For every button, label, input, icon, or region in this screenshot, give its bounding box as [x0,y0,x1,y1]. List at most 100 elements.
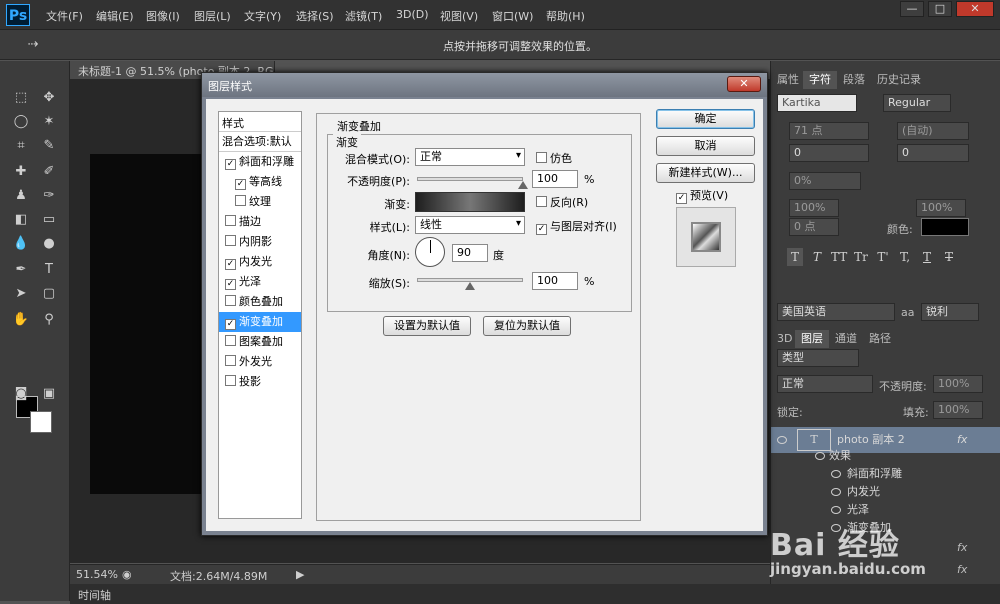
style-list-header[interactable]: 样式 [219,112,301,132]
small-caps-button[interactable]: Tr [853,248,869,266]
set-default-button[interactable]: 设置为默认值 [383,316,471,336]
tab-properties[interactable]: 属性 [771,71,805,89]
eyedropper-tool-icon[interactable]: ✎ [38,135,60,157]
tab-history[interactable]: 历史记录 [871,71,927,89]
align-checkbox-box[interactable]: ✓ [536,224,547,235]
style-item[interactable]: 纹理 [219,192,301,212]
menu-file[interactable]: 文件(F) [46,8,83,24]
menu-image[interactable]: 图像(I) [146,8,180,24]
history-brush-tool-icon[interactable]: ✑ [38,185,60,207]
style-item[interactable]: ✓ 渐变叠加 [219,312,301,332]
menu-select[interactable]: 选择(S) [296,8,334,24]
underline-button[interactable]: T [919,248,935,266]
style-item[interactable]: ✓ 斜面和浮雕 [219,152,301,172]
text-color-swatch[interactable] [921,218,969,236]
hand-tool-icon[interactable]: ✋ [10,309,32,331]
baseline-shift-field[interactable]: 0 点 [789,218,839,236]
dialog-close-button[interactable]: ✕ [727,76,761,92]
fill-field[interactable]: 100% [933,401,983,419]
style-checkbox[interactable]: ✓ [225,259,236,270]
healing-brush-tool-icon[interactable]: ✚ [10,161,32,183]
opacity-slider[interactable] [417,177,523,181]
menu-window[interactable]: 窗口(W) [492,8,533,24]
style-checkbox[interactable]: ✓ [235,179,246,190]
effect-row-bevel[interactable]: 斜面和浮雕 [771,465,1000,483]
new-style-button[interactable]: 新建样式(W)... [656,163,755,183]
background-color-swatch[interactable] [30,411,52,433]
shape-tool-icon[interactable]: ▢ [38,283,60,305]
preview-checkbox[interactable]: ✓ 预览(V) [676,187,728,204]
gradient-style-select[interactable]: 线性 [415,216,525,234]
style-item[interactable]: 外发光 [219,352,301,372]
move-tool-preset-icon[interactable]: ⇢ [22,34,44,56]
style-item[interactable]: 描边 [219,212,301,232]
style-checkbox[interactable]: ✓ [225,319,236,330]
maximize-button[interactable]: □ [928,1,952,17]
style-item[interactable]: ✓ 内发光 [219,252,301,272]
align-with-layer-checkbox[interactable]: ✓ 与图层对齐(I) [536,218,617,235]
vertical-scale-field[interactable]: 0% [789,172,861,190]
scale-slider-thumb[interactable] [465,282,475,290]
anti-alias-select[interactable]: 锐利 [921,303,979,321]
dither-checkbox-box[interactable] [536,152,547,163]
tab-layers[interactable]: 图层 [795,330,829,348]
gradient-tool-icon[interactable]: ▭ [38,209,60,231]
angle-field[interactable]: 90 [452,244,488,262]
menu-3d[interactable]: 3D(D) [396,8,429,21]
move-tool-icon[interactable]: ✥ [38,87,60,109]
tab-character[interactable]: 字符 [803,71,837,89]
menu-filter[interactable]: 滤镜(T) [345,8,382,24]
visibility-eye-icon[interactable] [815,452,825,460]
timeline-panel-tab[interactable]: 时间轴 [70,584,1000,604]
layer-filter-select[interactable]: 类型 [777,349,859,367]
blend-mode-select[interactable]: 正常 [415,148,525,166]
style-item[interactable]: 内阴影 [219,232,301,252]
layer-fx-icon[interactable]: fx [957,541,967,554]
effect-row-inner-glow[interactable]: 内发光 [771,483,1000,501]
visibility-eye-icon[interactable] [831,470,841,478]
vertical-scale-field-2[interactable]: 100% [916,199,966,217]
superscript-button[interactable]: T' [875,248,891,266]
opacity-slider-thumb[interactable] [518,181,528,189]
scale-field[interactable]: 100 [532,272,578,290]
minimize-button[interactable]: — [900,1,924,17]
layer-opacity-field[interactable]: 100% [933,375,983,393]
reset-default-button[interactable]: 复位为默认值 [483,316,571,336]
style-item[interactable]: ✓ 光泽 [219,272,301,292]
tab-channels[interactable]: 通道 [829,330,863,348]
visibility-eye-icon[interactable] [831,524,841,532]
path-selection-tool-icon[interactable]: ➤ [10,283,32,305]
style-checkbox[interactable] [225,235,236,246]
style-item[interactable]: 投影 [219,372,301,392]
kerning-field[interactable]: 0 [789,144,869,162]
close-window-button[interactable]: ✕ [956,1,994,17]
gradient-picker[interactable] [415,192,525,212]
status-menu-arrow-icon[interactable]: ▶ [296,568,304,581]
dialog-titlebar[interactable]: 图层样式 ✕ [202,73,767,97]
visibility-eye-icon[interactable] [831,488,841,496]
font-size-field[interactable]: 71 点 [789,122,869,140]
style-item[interactable]: ✓ 等高线 [219,172,301,192]
blur-tool-icon[interactable]: 💧 [10,233,32,255]
screen-mode-icon[interactable]: ▣ [38,383,60,405]
style-checkbox[interactable] [225,215,236,226]
angle-dial[interactable] [415,237,445,267]
subscript-button[interactable]: T, [897,248,913,266]
leading-field[interactable]: (自动) [897,122,969,140]
style-checkbox[interactable]: ✓ [225,159,236,170]
horizontal-scale-field[interactable]: 100% [789,199,839,217]
eraser-tool-icon[interactable]: ◧ [10,209,32,231]
brush-tool-icon[interactable]: ✐ [38,161,60,183]
menu-edit[interactable]: 编辑(E) [96,8,134,24]
style-checkbox[interactable] [225,295,236,306]
layer-effects-row[interactable]: 效果 [771,447,1000,465]
effect-row-gradient-overlay[interactable]: 渐变叠加 [771,519,1000,537]
style-checkbox[interactable] [225,335,236,346]
type-tool-icon[interactable]: T [38,259,60,281]
reverse-checkbox-box[interactable] [536,196,547,207]
canvas-document[interactable] [90,154,205,494]
menu-view[interactable]: 视图(V) [440,8,478,24]
pen-tool-icon[interactable]: ✒ [10,259,32,281]
lasso-tool-icon[interactable]: ◯ [10,111,32,133]
style-item[interactable]: 颜色叠加 [219,292,301,312]
